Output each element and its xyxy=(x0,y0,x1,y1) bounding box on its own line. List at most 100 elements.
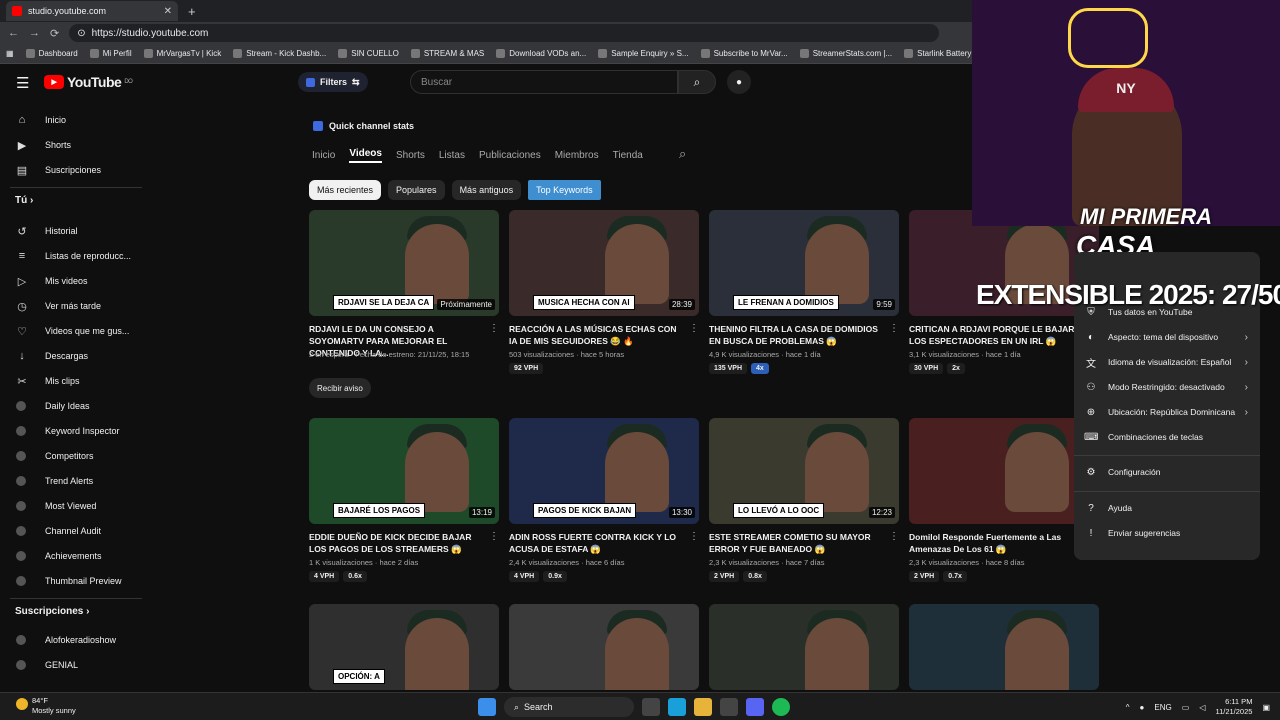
sidebar-item[interactable]: ▤ Suscripciones xyxy=(0,158,150,182)
sidebar-item[interactable]: ≡ Listas de reproducc... xyxy=(0,244,150,268)
taskbar-search[interactable]: ⌕ Search xyxy=(504,697,634,717)
video-thumbnail[interactable]: LO LLEVÓ A LO OOC 12:23 xyxy=(709,418,899,524)
sidebar-item[interactable]: Channel Audit xyxy=(0,519,150,543)
sort-chip[interactable]: Top Keywords xyxy=(528,180,601,200)
bookmark-item[interactable]: Dashboard xyxy=(25,49,78,58)
sort-chip[interactable]: Populares xyxy=(388,180,445,200)
task-view-icon[interactable] xyxy=(642,698,660,716)
video-thumbnail[interactable] xyxy=(909,604,1099,690)
tab-listas[interactable]: Listas xyxy=(439,150,465,161)
sidebar-you-heading[interactable]: Tú › xyxy=(15,195,33,206)
sidebar-item[interactable]: Trend Alerts xyxy=(0,469,150,493)
video-thumbnail[interactable] xyxy=(909,418,1099,524)
notify-button[interactable]: Recibir aviso xyxy=(309,378,371,398)
folder-icon[interactable] xyxy=(694,698,712,716)
more-icon[interactable]: ⋮ xyxy=(889,323,899,334)
obs-icon[interactable] xyxy=(720,698,738,716)
address-bar[interactable]: ⊙ https://studio.youtube.com xyxy=(69,24,940,42)
bookmark-item[interactable]: SIN CUELLO xyxy=(338,49,399,58)
video-thumbnail[interactable] xyxy=(709,604,899,690)
chevron-up-icon[interactable]: ^ xyxy=(1126,703,1130,712)
menu-item[interactable]: 文 Idioma de visualización: Español › xyxy=(1074,350,1260,374)
menu-item[interactable]: ? Ayuda xyxy=(1074,496,1260,520)
clock[interactable]: 6:11 PM 11/21/2025 xyxy=(1215,697,1252,717)
search-input[interactable]: Buscar xyxy=(410,70,678,94)
filters-button[interactable]: Filters ⇆ xyxy=(298,72,368,92)
more-icon[interactable]: ⋮ xyxy=(489,531,499,542)
sidebar-item[interactable]: ◷ Ver más tarde xyxy=(0,294,150,318)
more-icon[interactable]: ⋮ xyxy=(489,323,499,334)
tab-publicaciones[interactable]: Publicaciones xyxy=(479,150,541,161)
menu-item[interactable]: ! Enviar sugerencias xyxy=(1074,521,1260,545)
video-thumbnail[interactable]: MUSICA HECHA CON AI 28:39 xyxy=(509,210,699,316)
menu-item[interactable]: ⌨ Combinaciones de teclas xyxy=(1074,425,1260,449)
sidebar-subs-heading[interactable]: Suscripciones › xyxy=(15,606,89,617)
video-thumbnail[interactable]: OPCIÓN: A xyxy=(309,604,499,690)
new-tab-icon[interactable]: + xyxy=(188,4,196,19)
menu-item[interactable]: ⚙ Configuración xyxy=(1074,460,1260,484)
video-thumbnail[interactable]: LE FRENAN A DOMIDIOS 9:59 xyxy=(709,210,899,316)
tab-inicio[interactable]: Inicio xyxy=(312,150,335,161)
youtube-logo[interactable]: ▶ YouTube DO xyxy=(44,74,133,90)
reload-icon[interactable]: ⟳ xyxy=(50,27,59,40)
sidebar-item[interactable]: ♡ Videos que me gus... xyxy=(0,319,150,343)
search-button[interactable]: ⌕ xyxy=(678,70,716,94)
video-thumbnail[interactable]: RDJAVI SE LA DEJA CA Próximamente xyxy=(309,210,499,316)
sidebar-item[interactable]: ⌂ Inicio xyxy=(0,108,150,132)
mic-tray-icon[interactable]: ● xyxy=(1140,703,1145,712)
sort-chip[interactable]: Más antiguos xyxy=(451,180,522,200)
language-indicator[interactable]: ENG xyxy=(1154,703,1171,712)
spotify-icon[interactable] xyxy=(772,698,790,716)
bookmark-item[interactable]: MrVargasTv | Kick xyxy=(143,49,221,58)
sidebar-item[interactable]: ✂ Mis clips xyxy=(0,369,150,393)
menu-item[interactable]: ⊕ Ubicación: República Dominicana › xyxy=(1074,400,1260,424)
sidebar-item[interactable]: Achievements xyxy=(0,544,150,568)
bookmark-item[interactable]: Sample Enquiry » S... xyxy=(598,49,689,58)
video-thumbnail[interactable]: BAJARÉ LOS PAGOS 13:19 xyxy=(309,418,499,524)
voice-search-button[interactable]: ● xyxy=(727,70,751,94)
video-thumbnail[interactable] xyxy=(509,604,699,690)
windows-start-icon[interactable] xyxy=(478,698,496,716)
forward-icon[interactable]: → xyxy=(29,27,40,39)
video-title[interactable]: REACCIÓN A LAS MÚSICAS ECHAS CON IA DE M… xyxy=(509,323,687,347)
bookmark-item[interactable]: Mi Perfil xyxy=(89,49,132,58)
video-thumbnail[interactable]: PAGOS DE KICK BAJAN 13:30 xyxy=(509,418,699,524)
more-icon[interactable]: ⋮ xyxy=(689,531,699,542)
menu-item[interactable]: ◐ Aspecto: tema del dispositivo › xyxy=(1074,325,1260,349)
video-title[interactable]: ADIN ROSS FUERTE CONTRA KICK Y LO ACUSA … xyxy=(509,531,687,555)
back-icon[interactable]: ← xyxy=(8,27,19,39)
sidebar-item[interactable]: Competitors xyxy=(0,444,150,468)
discord-icon[interactable] xyxy=(746,698,764,716)
sidebar-item[interactable]: Daily Ideas xyxy=(0,394,150,418)
menu-icon[interactable]: ☰ xyxy=(16,74,29,92)
bookmark-item[interactable]: Stream - Kick Dashb... xyxy=(233,49,326,58)
video-title[interactable]: EDDIE DUEÑO DE KICK DECIDE BAJAR LOS PAG… xyxy=(309,531,487,555)
tab-miembros[interactable]: Miembros xyxy=(555,150,599,161)
sidebar-item[interactable]: Alofokeradioshow xyxy=(0,628,150,652)
tab-shorts[interactable]: Shorts xyxy=(396,150,425,161)
bookmark-item[interactable]: StreamerStats.com |... xyxy=(799,49,892,58)
sidebar-item[interactable]: ▷ Mis videos xyxy=(0,269,150,293)
close-tab-icon[interactable]: ✕ xyxy=(164,6,172,17)
sidebar-item[interactable]: Thumbnail Preview xyxy=(0,569,150,593)
sidebar-item[interactable]: ↺ Historial xyxy=(0,219,150,243)
channel-search-icon[interactable]: ⌕ xyxy=(679,146,686,162)
notification-icon[interactable]: ▣ xyxy=(1262,703,1270,712)
sidebar-item[interactable]: Keyword Inspector xyxy=(0,419,150,443)
sidebar-item[interactable]: ▶ Shorts xyxy=(0,133,150,157)
network-icon[interactable]: ▭ xyxy=(1182,703,1190,712)
video-title[interactable]: ESTE STREAMER COMETIO SU MAYOR ERROR Y F… xyxy=(709,531,887,555)
quick-channel-stats[interactable]: Quick channel stats xyxy=(313,118,414,134)
site-info-icon[interactable]: ⊙ xyxy=(77,28,85,39)
tab-videos[interactable]: Videos xyxy=(349,148,382,163)
sidebar-item[interactable]: ↓ Descargas xyxy=(0,344,150,368)
more-icon[interactable]: ⋮ xyxy=(889,531,899,542)
apps-icon[interactable]: ▦ xyxy=(6,49,14,58)
volume-icon[interactable]: ◁ xyxy=(1199,703,1205,712)
bookmark-item[interactable]: Subscribe to MrVar... xyxy=(700,49,788,58)
browser-tab[interactable]: studio.youtube.com ✕ xyxy=(6,1,178,21)
video-title[interactable]: THENINO FILTRA LA CASA DE DOMIDIOS EN BU… xyxy=(709,323,887,347)
sidebar-item[interactable]: Most Viewed xyxy=(0,494,150,518)
sidebar-item[interactable]: GENIAL xyxy=(0,653,150,677)
video-title[interactable]: Domilol Responde Fuertemente a Las Amena… xyxy=(909,531,1087,555)
